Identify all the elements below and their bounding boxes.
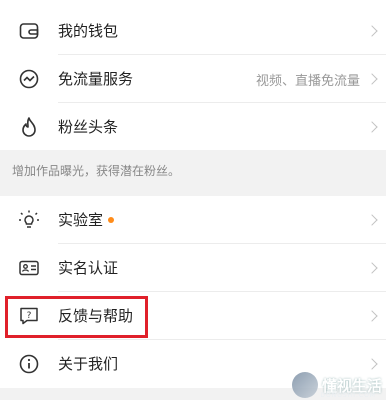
lab-row[interactable]: 实验室 — [0, 196, 386, 244]
data-free-extra: 视频、直播免流量 — [255, 73, 360, 89]
fans-headline-label: 粉丝头条 — [58, 118, 119, 136]
id-card-icon — [18, 257, 40, 279]
real-name-label: 实名认证 — [58, 259, 119, 277]
data-free-row[interactable]: 免流量服务 视频、直播免流量 — [0, 55, 386, 103]
fans-headline-row[interactable]: 粉丝头条 — [0, 103, 386, 151]
trend-icon — [18, 68, 40, 90]
chevron-right-icon — [366, 121, 378, 133]
badge-dot — [108, 216, 115, 223]
svg-text:?: ? — [27, 311, 32, 321]
chevron-right-icon — [366, 214, 378, 226]
watermark-logo-icon — [291, 372, 318, 398]
lab-label: 实验室 — [58, 210, 115, 230]
chevron-right-icon — [366, 310, 378, 322]
wallet-label: 我的钱包 — [58, 22, 119, 40]
about-label: 关于我们 — [58, 355, 119, 373]
feedback-help-row[interactable]: ? 反馈与帮助 — [0, 292, 386, 340]
data-free-label: 免流量服务 — [58, 70, 134, 88]
wallet-icon — [18, 20, 40, 42]
help-chat-icon: ? — [18, 305, 40, 327]
info-icon — [18, 353, 40, 375]
flame-icon — [18, 116, 40, 138]
hint-text: 增加作品曝光，获得潜在粉丝。 — [12, 164, 181, 178]
bulb-icon — [18, 209, 40, 231]
top-menu-group: 我的钱包 免流量服务 视频、直播免流量 粉丝头条 — [0, 0, 386, 150]
chevron-right-icon — [366, 73, 378, 85]
chevron-right-icon — [366, 358, 378, 370]
chevron-right-icon — [366, 262, 378, 274]
bottom-menu-group: 实验室 实名认证 ? 反馈与帮助 关于我们 — [0, 196, 386, 388]
wallet-row[interactable]: 我的钱包 — [0, 7, 386, 55]
feedback-help-label: 反馈与帮助 — [58, 307, 134, 325]
chevron-right-icon — [366, 25, 378, 37]
watermark: 懂视生活 DONGSHI.COM — [291, 372, 382, 399]
real-name-row[interactable]: 实名认证 — [0, 244, 386, 292]
watermark-sub: DONGSHI.COM — [320, 392, 376, 399]
